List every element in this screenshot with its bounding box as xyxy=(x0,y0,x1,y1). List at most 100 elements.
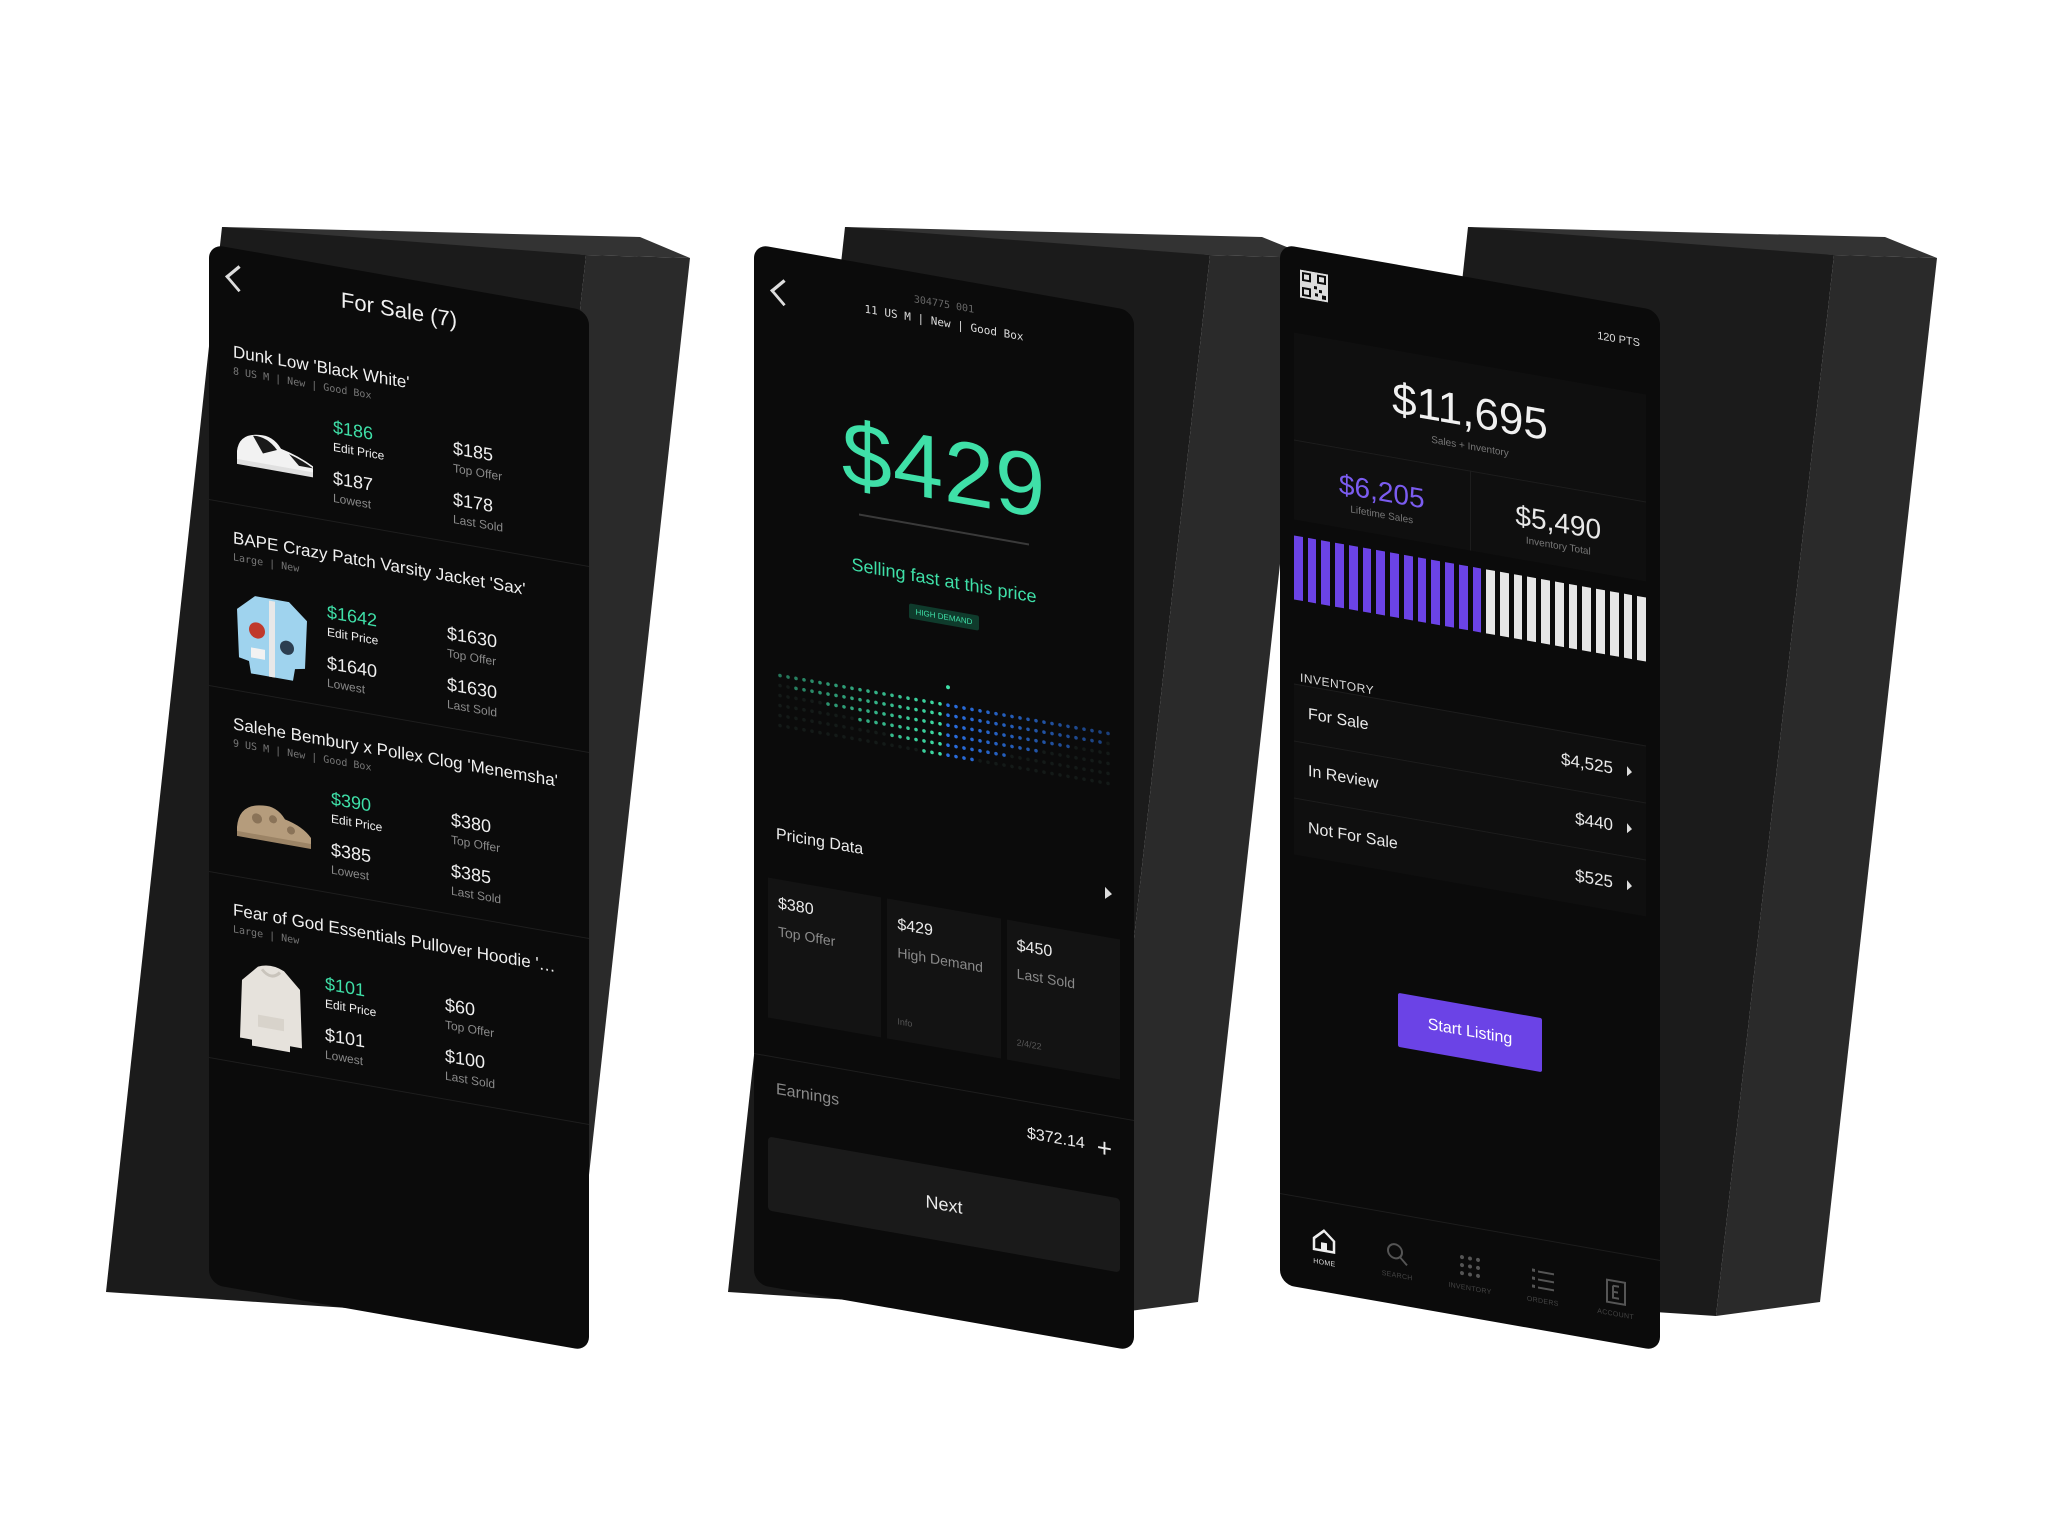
sales-bar-segment xyxy=(1362,547,1372,614)
distribution-dot xyxy=(1066,774,1070,779)
distribution-dot xyxy=(898,744,902,749)
distribution-dot xyxy=(1066,724,1070,729)
distribution-dot xyxy=(1074,755,1078,760)
distribution-dot xyxy=(1058,753,1062,757)
distribution-dot xyxy=(1106,781,1110,786)
distribution-dot xyxy=(858,687,862,692)
distribution-dot xyxy=(858,707,862,712)
distribution-dot xyxy=(906,706,910,710)
distribution-dot xyxy=(1042,770,1046,774)
list-icon xyxy=(1531,1267,1554,1291)
distribution-dot xyxy=(802,697,806,702)
distribution-dot xyxy=(922,729,926,733)
distribution-dot xyxy=(810,679,814,684)
distribution-dot xyxy=(1050,761,1054,766)
distribution-dot xyxy=(962,756,966,760)
distribution-dot xyxy=(994,731,998,736)
distribution-dot xyxy=(818,730,822,735)
distribution-dot xyxy=(1058,733,1062,737)
distribution-dot xyxy=(978,749,982,753)
search-icon xyxy=(1387,1242,1408,1266)
distribution-dot xyxy=(834,683,838,688)
tab-label: ORDERS xyxy=(1526,1295,1559,1308)
distribution-dot xyxy=(858,717,862,722)
jacket-image xyxy=(233,585,311,687)
distribution-dot xyxy=(938,711,942,716)
distribution-dot xyxy=(954,754,958,759)
card-label: High Demand xyxy=(897,944,983,976)
distribution-dot xyxy=(922,719,926,723)
card-value: $429 xyxy=(897,916,933,940)
distribution-dot xyxy=(1010,754,1014,759)
distribution-dot xyxy=(906,746,910,750)
distribution-dot xyxy=(1034,738,1038,743)
distribution-dot xyxy=(802,717,806,722)
plus-icon[interactable]: + xyxy=(1097,1131,1112,1164)
tab-account[interactable]: ACCOUNT xyxy=(1586,1273,1646,1323)
distribution-dot xyxy=(874,690,878,695)
tab-label: ACCOUNT xyxy=(1597,1307,1634,1321)
qr-code-icon[interactable] xyxy=(1300,269,1328,303)
distribution-dot xyxy=(1042,760,1046,764)
tab-search[interactable]: SEARCH xyxy=(1367,1235,1427,1285)
tab-home[interactable]: HOME xyxy=(1294,1222,1354,1272)
distribution-dot xyxy=(994,751,998,756)
distribution-dot xyxy=(858,727,862,732)
points-badge[interactable]: 120 PTS xyxy=(1597,330,1640,350)
distribution-dot xyxy=(826,712,830,716)
distribution-dot xyxy=(842,735,846,739)
distribution-dot xyxy=(1010,724,1014,729)
inventory-bar-segment xyxy=(1609,591,1619,657)
chevron-right-icon xyxy=(1627,766,1632,778)
distribution-dot xyxy=(882,712,886,716)
chevron-right-icon xyxy=(1627,880,1632,892)
hoodie-image xyxy=(233,957,309,1058)
tab-inventory[interactable]: INVENTORY xyxy=(1440,1248,1500,1298)
distribution-dot xyxy=(946,753,950,758)
distribution-dot xyxy=(946,703,950,708)
distribution-dot xyxy=(802,677,806,682)
distribution-dot xyxy=(1026,737,1030,742)
distribution-dot xyxy=(834,733,838,738)
next-button[interactable]: Next xyxy=(768,1136,1120,1273)
distribution-dot xyxy=(930,750,934,755)
distribution-dot xyxy=(1090,768,1094,773)
distribution-dot xyxy=(786,685,790,689)
distribution-dot xyxy=(786,675,790,679)
distribution-dot xyxy=(914,747,918,752)
distribution-dot xyxy=(890,713,894,718)
distribution-dot xyxy=(1002,733,1006,737)
distribution-dot xyxy=(882,742,886,746)
distribution-dot xyxy=(842,715,846,719)
pricing-card-top-offer[interactable]: $380 Top Offer xyxy=(768,877,882,1038)
pricing-data-title: Pricing Data xyxy=(776,825,864,859)
tab-orders[interactable]: ORDERS xyxy=(1513,1261,1573,1311)
distribution-dot xyxy=(962,706,966,710)
distribution-dot xyxy=(898,694,902,699)
distribution-dot xyxy=(866,739,870,743)
distribution-dot xyxy=(1050,771,1054,776)
start-listing-button[interactable]: Start Listing xyxy=(1398,992,1542,1073)
distribution-dot xyxy=(834,713,838,718)
earnings-label: Earnings xyxy=(776,1080,840,1110)
distribution-dot xyxy=(794,676,798,681)
distribution-dot xyxy=(778,723,782,728)
distribution-dot xyxy=(994,761,998,766)
pricing-card-last-sold[interactable]: $450 Last Sold 2/4/22 xyxy=(1006,919,1120,1080)
sneaker-image xyxy=(233,399,317,502)
distribution-dot xyxy=(914,727,918,732)
distribution-dot xyxy=(938,741,942,746)
tab-label: INVENTORY xyxy=(1448,1281,1492,1296)
distribution-dot xyxy=(1058,763,1062,767)
distribution-dot xyxy=(826,732,830,736)
distribution-dot xyxy=(986,740,990,745)
distribution-dot xyxy=(970,737,974,742)
distribution-dot xyxy=(802,727,806,732)
distribution-dot xyxy=(850,696,854,701)
distribution-dot xyxy=(826,682,830,686)
distribution-dot xyxy=(954,744,958,749)
pricing-card-high-demand[interactable]: $429 High Demand Info xyxy=(887,898,1001,1059)
high-demand-badge: HIGH DEMAND xyxy=(909,603,979,631)
distribution-dot xyxy=(1098,770,1102,774)
distribution-dot xyxy=(1106,751,1110,756)
